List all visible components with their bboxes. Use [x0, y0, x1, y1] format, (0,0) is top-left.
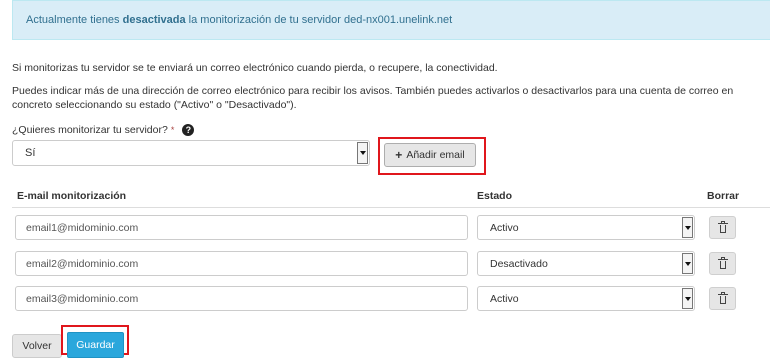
plus-icon: + — [395, 148, 403, 162]
monitor-question: ¿Quieres monitorizar tu servidor? * ? — [12, 124, 195, 136]
table-row: email1@midominio.com Activo — [12, 210, 770, 244]
email-field[interactable]: email2@midominio.com — [15, 251, 468, 276]
header-email: E-mail monitorización — [17, 190, 127, 202]
email-field[interactable]: email1@midominio.com — [15, 215, 468, 240]
save-button[interactable]: Guardar — [67, 332, 124, 358]
required-mark: * — [170, 125, 175, 135]
delete-button[interactable] — [709, 252, 736, 275]
chevron-down-icon[interactable] — [682, 253, 693, 274]
chevron-down-icon[interactable] — [357, 142, 368, 164]
header-divider — [12, 207, 770, 208]
alert-suffix: la monitorización de tu servidor ded-nx0… — [185, 14, 453, 26]
table-row: email2@midominio.com Desactivado — [12, 246, 770, 280]
trash-icon — [717, 220, 728, 233]
table-row: email3@midominio.com Activo — [12, 281, 770, 315]
alert-prefix: Actualmente tienes — [26, 14, 123, 26]
state-select[interactable]: Desactivado — [477, 251, 695, 276]
monitor-select[interactable]: Sí — [12, 140, 370, 166]
trash-icon — [717, 291, 728, 304]
header-state: Estado — [477, 190, 513, 202]
state-value: Activo — [490, 292, 519, 305]
back-button[interactable]: Volver — [12, 334, 62, 358]
delete-button[interactable] — [709, 287, 736, 310]
header-delete: Borrar — [707, 190, 740, 202]
monitor-question-label: ¿Quieres monitorizar tu servidor? — [12, 124, 168, 136]
chevron-down-icon[interactable] — [682, 217, 693, 238]
add-email-button[interactable]: + Añadir email — [384, 143, 476, 167]
chevron-down-icon[interactable] — [682, 288, 693, 309]
state-value: Desactivado — [490, 257, 548, 270]
monitor-select-value: Sí — [25, 147, 36, 159]
state-value: Activo — [490, 221, 519, 234]
alert-status: desactivada — [122, 14, 186, 26]
delete-button[interactable] — [709, 216, 736, 239]
state-select[interactable]: Activo — [477, 286, 695, 311]
question-circle-icon[interactable]: ? — [182, 124, 195, 136]
add-email-label: Añadir email — [406, 149, 465, 161]
trash-icon — [717, 256, 728, 269]
email-field[interactable]: email3@midominio.com — [15, 286, 468, 311]
help-text: Puedes indicar más de una dirección de c… — [12, 85, 734, 111]
info-text: Si monitorizas tu servidor se te enviará… — [12, 62, 498, 74]
status-alert: Actualmente tienes desactivada la monito… — [12, 0, 770, 40]
state-select[interactable]: Activo — [477, 215, 695, 240]
